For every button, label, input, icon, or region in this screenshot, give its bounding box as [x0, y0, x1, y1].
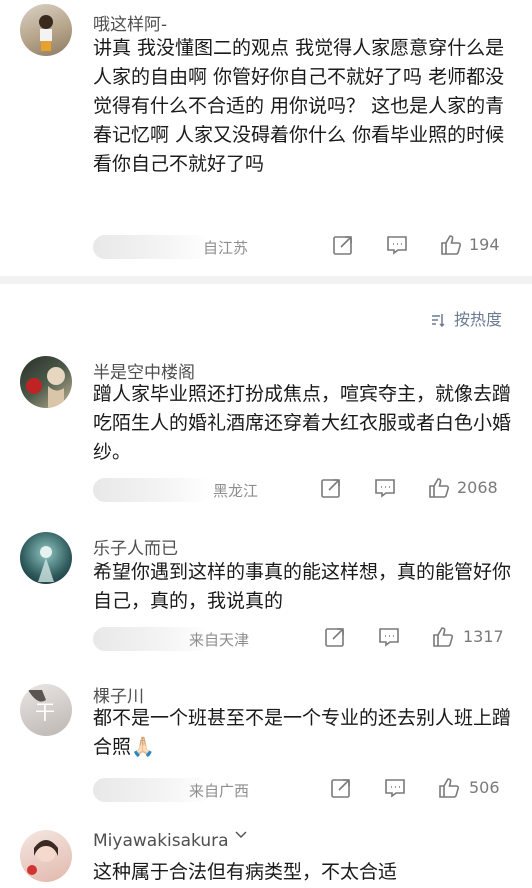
blurred-ip-label [93, 478, 211, 502]
username[interactable]: Miyawakisakura [93, 830, 248, 851]
location-label: 来自天津 [189, 631, 250, 649]
location-label: 黑龙江 [213, 482, 259, 500]
avatar-image [38, 546, 54, 582]
comment-text: 都不是一个班甚至不是一个专业的还去别人班上蹭合照🙏🏻 [93, 707, 512, 758]
username-text: Miyawakisakura [93, 831, 229, 851]
section-divider [0, 276, 532, 284]
location-label: 来自广西 [189, 782, 250, 800]
comment-icon[interactable] [383, 776, 407, 800]
comment-meta: 来自广西 506 [93, 776, 512, 804]
like-count: 2068 [457, 478, 498, 497]
avatar-image [26, 367, 65, 408]
like-icon[interactable] [437, 776, 461, 800]
avatar[interactable]: 干 [20, 684, 72, 736]
avatar[interactable] [20, 532, 72, 584]
avatar-letter: 干 [35, 700, 55, 724]
share-icon[interactable] [329, 776, 353, 800]
comment-icon[interactable] [373, 476, 397, 500]
comment-meta: 黑龙江 2068 [93, 476, 512, 504]
comment-meta: 来自天津 1317 [93, 625, 512, 653]
like-count: 1317 [463, 627, 504, 646]
avatar[interactable] [20, 4, 72, 56]
share-icon[interactable] [319, 476, 343, 500]
location-label: 自江苏 [203, 239, 249, 257]
avatar[interactable] [20, 830, 72, 882]
username[interactable]: 哦这样阿- [93, 10, 167, 35]
like-icon[interactable] [427, 476, 451, 500]
avatar-image [27, 840, 58, 875]
avatar-image [39, 15, 53, 51]
comment-icon[interactable] [377, 625, 401, 649]
share-icon[interactable] [331, 233, 355, 257]
like-icon[interactable] [439, 233, 463, 257]
blurred-ip-label [93, 235, 211, 259]
sort-by-hot-button[interactable]: 按热度 [430, 306, 502, 330]
chevron-down-icon [235, 831, 247, 838]
username[interactable]: 乐子人而已 [93, 534, 178, 559]
comment-text: 这种属于合法但有病类型，不太合适 [93, 861, 398, 883]
comment-text: 蹭人家毕业照还打扮成焦点，喧宾夺主，就像去蹭吃陌生人的婚礼酒席还穿着大红衣服或者… [93, 383, 512, 463]
like-count: 506 [469, 778, 500, 797]
avatar[interactable] [20, 356, 72, 408]
sort-icon [431, 314, 445, 328]
sort-label: 按热度 [453, 310, 502, 329]
comment-text: 讲真 我没懂图二的观点 我觉得人家愿意穿什么是人家的自由啊 你管好你自己不就好了… [93, 37, 505, 175]
like-icon[interactable] [431, 625, 455, 649]
like-count: 194 [469, 235, 500, 254]
comment-icon[interactable] [385, 233, 409, 257]
comment-meta: 自江苏 194 [93, 233, 512, 261]
comment-text: 希望你遇到这样的事真的能这样想，真的能管好你自己，真的，我说真的 [93, 561, 512, 612]
share-icon[interactable] [323, 625, 347, 649]
